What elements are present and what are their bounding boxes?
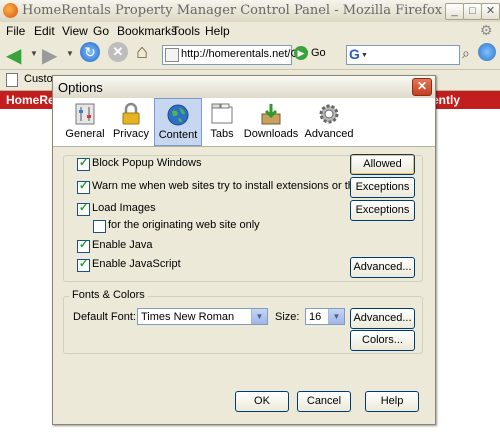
- enable-javascript-label: Enable JavaScript: [92, 258, 181, 270]
- menu-tools[interactable]: Tools: [172, 24, 200, 38]
- tabs-window-icon: [211, 103, 233, 124]
- tab-downloads[interactable]: Downloads: [243, 98, 299, 145]
- tab-tabs[interactable]: Tabs: [203, 98, 241, 145]
- firefox-logo-icon: [3, 3, 18, 18]
- tab-privacy[interactable]: Privacy: [109, 98, 153, 145]
- home-icon[interactable]: ⌂: [136, 41, 148, 64]
- forward-dropdown-icon[interactable]: ▼: [66, 49, 74, 58]
- tab-downloads-label: Downloads: [243, 128, 299, 140]
- dialog-close-button[interactable]: ✕: [412, 78, 432, 96]
- fonts-advanced-button[interactable]: Advanced...: [350, 308, 415, 329]
- advanced-javascript-button[interactable]: Advanced...: [350, 257, 415, 278]
- default-font-value: Times New Roman: [141, 311, 235, 323]
- search-engine-dropdown-icon[interactable]: ▼: [361, 52, 368, 59]
- options-dialog: Options ✕ General Privacy Content Tabs D…: [52, 75, 436, 425]
- allowed-sites-button[interactable]: Allowed Sites: [350, 154, 415, 189]
- size-dropdown-arrow-icon[interactable]: ▼: [328, 309, 344, 324]
- menu-view[interactable]: View: [62, 24, 88, 38]
- extension-icon[interactable]: [478, 43, 496, 61]
- colors-button[interactable]: Colors...: [350, 330, 415, 351]
- default-font-label: Default Font:: [73, 311, 136, 323]
- search-magnifier-icon[interactable]: ⌕: [462, 45, 470, 62]
- globe-icon: [167, 104, 189, 126]
- close-window-button[interactable]: ✕: [481, 3, 500, 20]
- originating-site-label: for the originating web site only: [108, 219, 260, 231]
- block-popups-label: Block Popup Windows: [92, 157, 202, 169]
- cancel-button[interactable]: Cancel: [297, 391, 351, 412]
- tab-content-label: Content: [158, 129, 198, 141]
- go-button[interactable]: Go: [311, 47, 326, 59]
- back-dropdown-icon[interactable]: ▼: [30, 49, 38, 58]
- back-arrow-icon[interactable]: ◀: [6, 43, 21, 68]
- block-popups-checkbox[interactable]: [77, 156, 90, 171]
- exceptions-button-1[interactable]: Exceptions: [350, 177, 415, 198]
- forward-arrow-icon[interactable]: ▶: [42, 43, 57, 68]
- url-bar[interactable]: http://homerentals.net/Cor: [162, 45, 308, 65]
- dialog-title-bar: Options ✕: [53, 76, 435, 99]
- stop-icon[interactable]: ✕: [108, 42, 128, 62]
- gear-icon: [319, 104, 339, 124]
- enable-java-label: Enable Java: [92, 239, 153, 251]
- tab-content[interactable]: Content: [154, 98, 202, 146]
- dialog-title: Options: [58, 80, 103, 95]
- tab-advanced-label: Advanced: [304, 128, 354, 140]
- navigation-toolbar: ◀ ▼ ▶ ▼ ↻ ✕ ⌂ http://homerentals.net/Cor…: [0, 39, 500, 70]
- originating-site-checkbox[interactable]: [93, 220, 106, 233]
- enable-java-checkbox[interactable]: [77, 238, 90, 253]
- tab-privacy-label: Privacy: [112, 128, 150, 140]
- padlock-icon: [122, 102, 140, 125]
- enable-javascript-checkbox[interactable]: [77, 257, 90, 272]
- load-images-checkbox[interactable]: [77, 201, 90, 216]
- bookmark-page-icon: [6, 73, 18, 87]
- warn-extensions-checkbox[interactable]: [77, 179, 90, 194]
- window-title: HomeRentals Property Manager Control Pan…: [22, 3, 443, 18]
- font-dropdown-arrow-icon[interactable]: ▼: [251, 309, 267, 324]
- tab-tabs-label: Tabs: [210, 128, 234, 140]
- menu-file[interactable]: File: [6, 24, 25, 38]
- menu-help[interactable]: Help: [205, 24, 230, 38]
- font-size-select[interactable]: 16 ▼: [305, 308, 345, 325]
- menu-bookmarks[interactable]: Bookmarks: [117, 24, 177, 38]
- throbber-gear-icon: ⚙: [480, 22, 493, 38]
- tab-general-label: General: [65, 128, 105, 140]
- default-font-select[interactable]: Times New Roman ▼: [137, 308, 268, 325]
- ok-button[interactable]: OK: [235, 391, 289, 412]
- firefox-title-bar: HomeRentals Property Manager Control Pan…: [0, 0, 500, 23]
- maximize-button[interactable]: □: [463, 3, 482, 20]
- reload-icon[interactable]: ↻: [80, 42, 100, 62]
- general-sliders-icon: [75, 103, 95, 125]
- size-label: Size:: [275, 311, 300, 323]
- menu-go[interactable]: Go: [93, 24, 109, 38]
- google-search-icon[interactable]: G: [349, 46, 360, 62]
- menu-bar: File Edit View Go Bookmarks Tools Help ⚙: [0, 22, 500, 39]
- minimize-button[interactable]: _: [445, 3, 464, 20]
- url-text: http://homerentals.net/Cor: [181, 48, 309, 60]
- download-box-icon: [261, 104, 281, 125]
- help-button[interactable]: Help: [365, 391, 419, 412]
- warn-extensions-label: Warn me when web sites try to install ex…: [92, 180, 381, 192]
- exceptions-button-2[interactable]: Exceptions: [350, 200, 415, 221]
- page-favicon-icon: [165, 48, 179, 62]
- menu-edit[interactable]: Edit: [34, 24, 55, 38]
- font-size-value: 16: [309, 311, 322, 323]
- search-box[interactable]: G ▼: [346, 45, 460, 65]
- tab-general[interactable]: General: [61, 98, 109, 145]
- go-arrow-icon[interactable]: ▶: [294, 46, 308, 60]
- options-tab-bar: General Privacy Content Tabs Downloads A…: [53, 98, 435, 147]
- load-images-label: Load Images: [92, 202, 156, 214]
- tab-advanced[interactable]: Advanced: [301, 98, 357, 145]
- fonts-colors-legend: Fonts & Colors: [69, 289, 148, 301]
